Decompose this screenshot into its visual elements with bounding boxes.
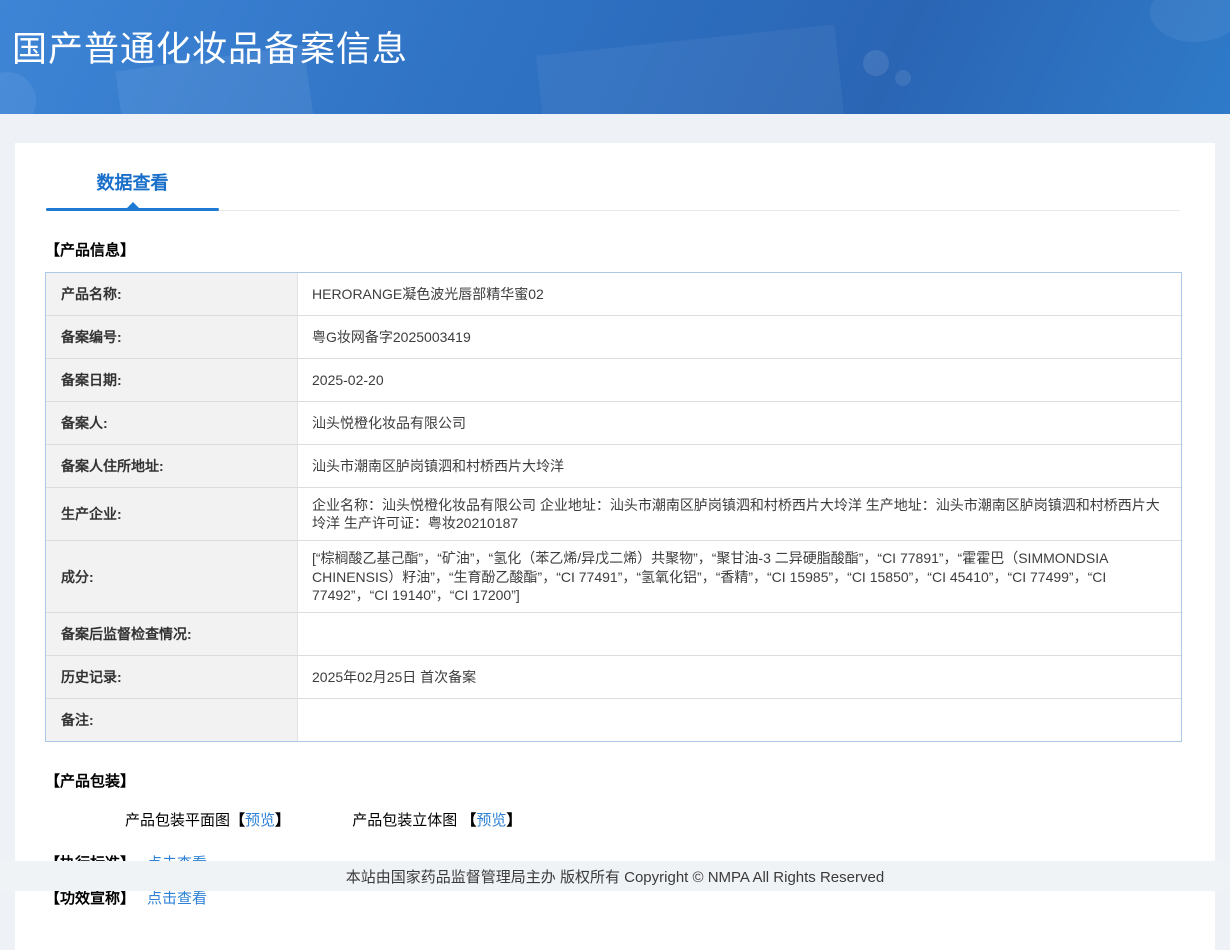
row-label: 备案日期:: [46, 359, 298, 401]
content-card: 数据查看 【产品信息】 产品名称: HERORANGE凝色波光唇部精华蜜02 备…: [15, 143, 1215, 950]
bracket-close: 】: [275, 811, 291, 829]
table-row-ingredients: 成分: [“棕榈酸乙基己酯”，“矿油”，“氢化（苯乙烯/异戊二烯）共聚物”，“聚…: [46, 541, 1181, 613]
banner-decor-circle: [0, 72, 36, 114]
packaging-flat-label: 产品包装平面图: [125, 811, 231, 829]
row-value: 企业名称：汕头悦橙化妆品有限公司 企业地址：汕头市潮南区胪岗镇泗和村桥西片大坽洋…: [312, 497, 1160, 532]
row-value: 2025-02-20: [312, 371, 384, 388]
section-product-info-title: 【产品信息】: [45, 242, 136, 259]
row-label: 生产企业:: [46, 488, 298, 541]
row-label: 成分:: [46, 541, 298, 612]
table-row-supervision: 备案后监督检查情况:: [46, 612, 1181, 656]
table-row-filer-address: 备案人住所地址: 汕头市潮南区胪岗镇泗和村桥西片大坽洋: [46, 445, 1181, 488]
bracket-open: 【: [230, 811, 246, 829]
tab-active-underline: [46, 208, 219, 211]
row-label: 备案人住所地址:: [46, 445, 298, 487]
row-label: 备案编号:: [46, 316, 298, 358]
view-efficacy-link[interactable]: 点击查看: [147, 890, 207, 907]
table-row-product-name: 产品名称: HERORANGE凝色波光唇部精华蜜02: [46, 273, 1181, 316]
table-row-history: 历史记录: 2025年02月25日 首次备案: [46, 655, 1181, 699]
row-value: 汕头悦橙化妆品有限公司: [312, 414, 466, 431]
row-value: HERORANGE凝色波光唇部精华蜜02: [312, 285, 544, 302]
row-value: 2025年02月25日 首次备案: [312, 668, 477, 685]
row-label: 历史记录:: [46, 655, 298, 698]
row-value: [298, 699, 1181, 741]
table-row-remarks: 备注:: [46, 698, 1181, 741]
row-label: 备注:: [46, 698, 298, 741]
footer-copyright: 本站由国家药品监督管理局主办 版权所有 Copyright © NMPA All…: [345, 868, 885, 886]
table-row-manufacturer: 生产企业: 企业名称：汕头悦橙化妆品有限公司 企业地址：汕头市潮南区胪岗镇泗和村…: [46, 488, 1181, 542]
section-product-package-title: 【产品包装】: [45, 772, 136, 790]
banner-decor-circle: [895, 70, 911, 86]
row-value: 汕头市潮南区胪岗镇泗和村桥西片大坽洋: [312, 457, 564, 474]
page-banner: 国产普通化妆品备案信息: [0, 0, 1230, 114]
preview-link-3d[interactable]: 预览: [476, 812, 506, 829]
section-efficacy-title: 【功效宣称】: [45, 889, 136, 907]
table-row-filing-number: 备案编号: 粤G妆网备字2025003419: [46, 316, 1181, 359]
row-value: 粤G妆网备字2025003419: [312, 328, 471, 345]
page-title: 国产普通化妆品备案信息: [12, 30, 409, 69]
preview-link-flat[interactable]: 预览: [245, 812, 275, 829]
tab-data-view[interactable]: 数据查看: [46, 169, 219, 211]
footer: 本站由国家药品监督管理局主办 版权所有 Copyright © NMPA All…: [0, 861, 1230, 891]
row-label: 备案人:: [46, 402, 298, 444]
packaging-item-flat: 产品包装平面图【预览】: [125, 809, 290, 830]
tab-bar: 数据查看: [15, 143, 1215, 211]
row-value: [“棕榈酸乙基己酯”，“矿油”，“氢化（苯乙烯/异戊二烯）共聚物”，“聚甘油-3…: [312, 550, 1108, 603]
bracket-close: 】: [506, 811, 522, 829]
table-row-filer: 备案人: 汕头悦橙化妆品有限公司: [46, 402, 1181, 445]
product-info-table: 产品名称: HERORANGE凝色波光唇部精华蜜02 备案编号: 粤G妆网备字2…: [45, 272, 1182, 742]
table-row-filing-date: 备案日期: 2025-02-20: [46, 359, 1181, 402]
row-label: 备案后监督检查情况:: [46, 612, 298, 655]
packaging-row: 产品包装平面图【预览】 产品包装立体图 【预览】: [125, 809, 1185, 830]
row-label: 产品名称:: [46, 273, 298, 315]
packaging-3d-label: 产品包装立体图: [352, 811, 462, 829]
packaging-item-3d: 产品包装立体图 【预览】: [352, 809, 521, 830]
row-value: [298, 613, 1181, 655]
tab-data-view-label: 数据查看: [96, 173, 169, 193]
bracket-open: 【: [461, 811, 477, 829]
